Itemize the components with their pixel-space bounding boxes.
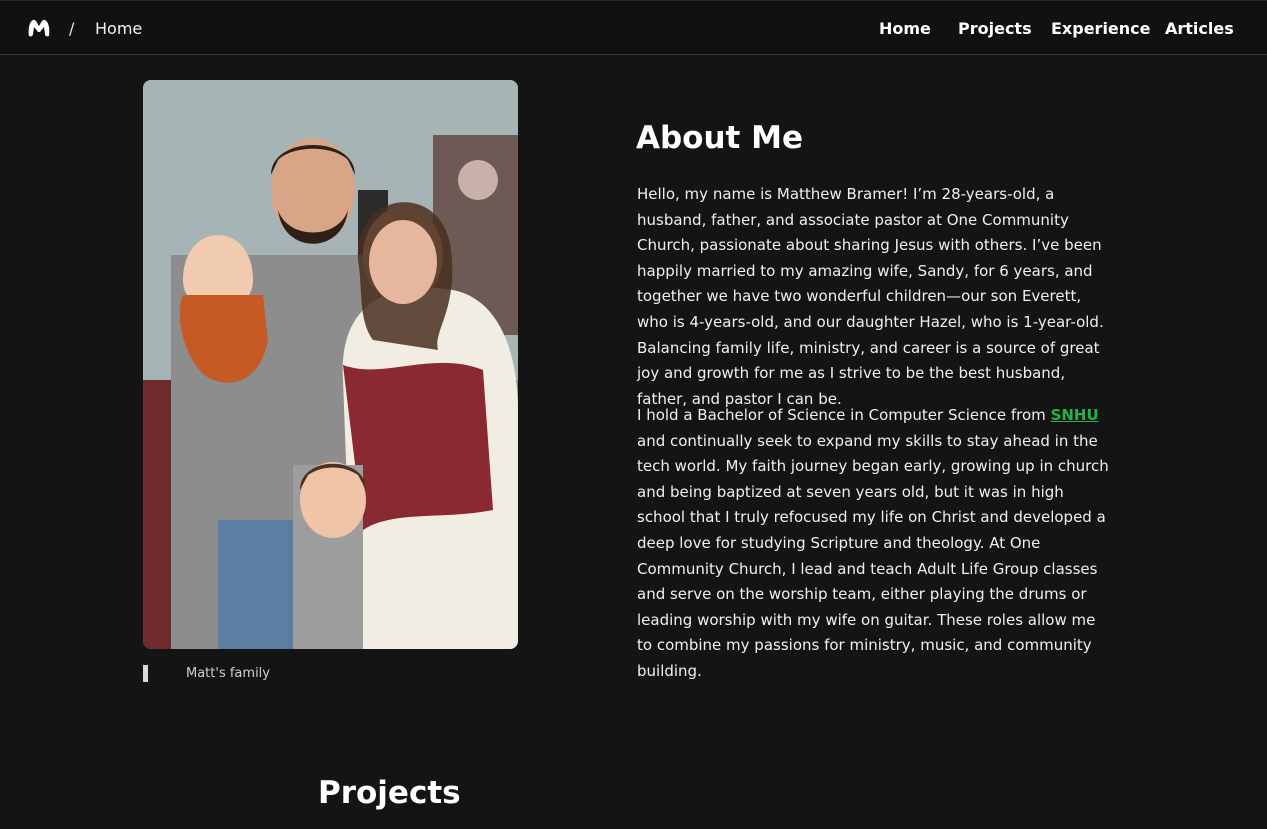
- nav-projects-link[interactable]: Projects: [958, 19, 1032, 38]
- caption-marker: [143, 665, 148, 682]
- photo-caption: Matt's family: [186, 666, 270, 681]
- nav-experience-link[interactable]: Experience: [1051, 19, 1151, 38]
- m-logo-icon[interactable]: [27, 18, 51, 38]
- about-paragraph-1: Hello, my name is Matthew Bramer! I’m 28…: [637, 185, 1104, 408]
- nav-home-link[interactable]: Home: [879, 19, 931, 38]
- nav-articles-link[interactable]: Articles: [1165, 19, 1234, 38]
- about-paragraph-2: I hold a Bachelor of Science in Computer…: [637, 403, 1115, 685]
- about-paragraph-2-end: and continually seek to expand my skills…: [637, 431, 1109, 680]
- breadcrumb-separator: /: [69, 19, 75, 38]
- projects-heading: Projects: [318, 775, 461, 811]
- top-navbar: / Home Home Projects Experience Articles: [0, 0, 1267, 55]
- breadcrumb-current: Home: [95, 19, 143, 38]
- about-heading: About Me: [636, 120, 804, 156]
- snhu-link[interactable]: SNHU: [1051, 406, 1099, 424]
- about-paragraph-2-start: I hold a Bachelor of Science in Computer…: [637, 406, 1051, 424]
- family-photo: [143, 80, 518, 649]
